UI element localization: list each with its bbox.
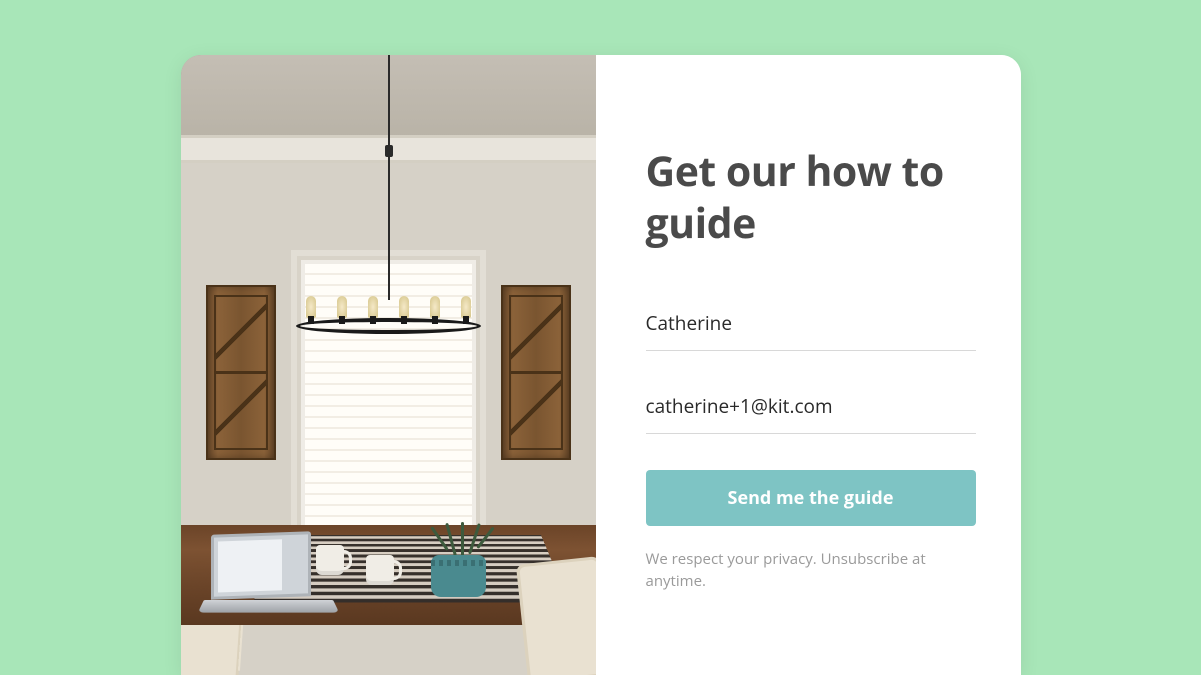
form-headline: Get our how to guide <box>646 145 976 250</box>
signup-card: Get our how to guide Send me the guide W… <box>181 55 1021 675</box>
privacy-text: We respect your privacy. Unsubscribe at … <box>646 548 976 593</box>
name-field[interactable] <box>646 300 976 351</box>
signup-form: Get our how to guide Send me the guide W… <box>596 55 1021 675</box>
submit-button[interactable]: Send me the guide <box>646 470 976 526</box>
email-field[interactable] <box>646 383 976 434</box>
hero-image <box>181 55 596 675</box>
